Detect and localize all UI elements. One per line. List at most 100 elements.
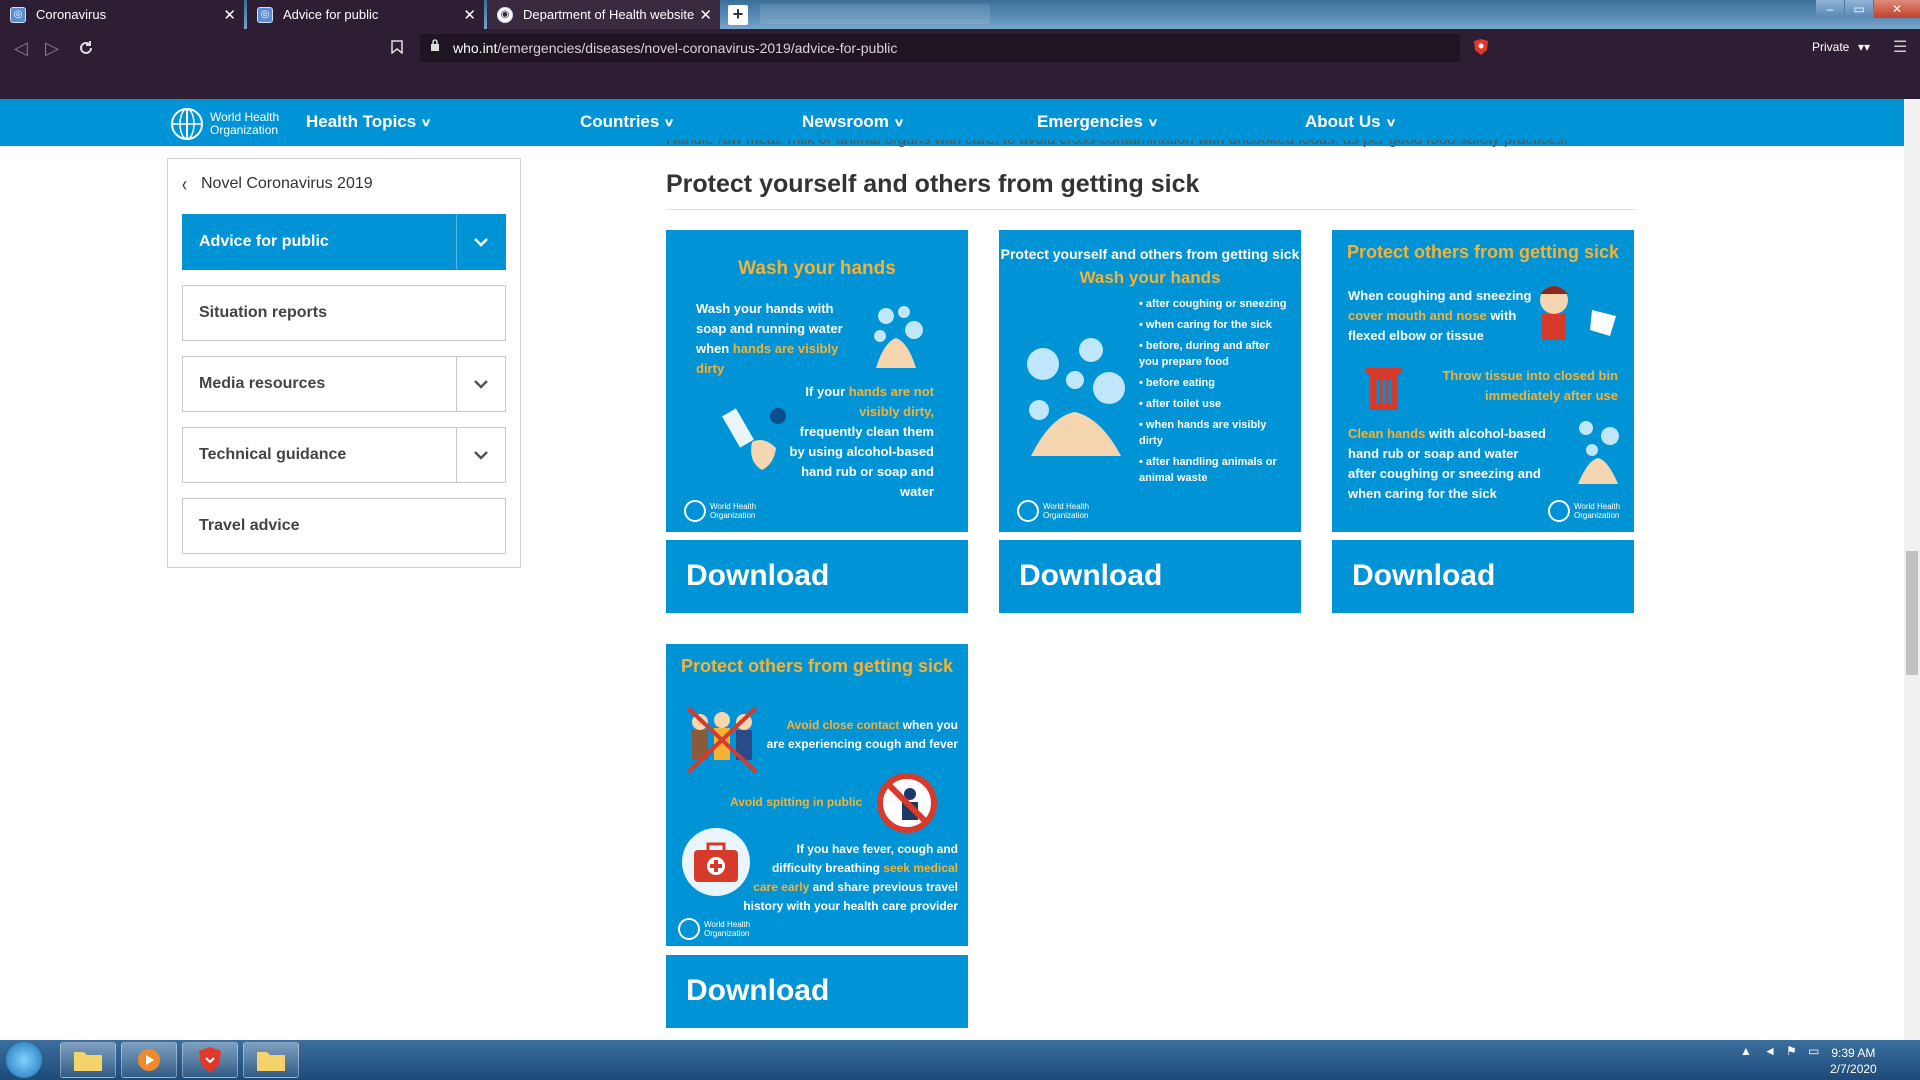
trash-bin-icon [1366, 368, 1402, 410]
download-button[interactable]: Download [999, 540, 1301, 613]
bookmark-icon[interactable] [391, 40, 403, 54]
expand-toggle[interactable] [456, 357, 505, 411]
card-highlight: Avoid close contact [786, 718, 900, 732]
paragraph-text: Handle raw meat, milk or animal organs w… [666, 140, 1636, 148]
infographic-wash-hands[interactable]: Wash your hands Wash your hands with soa… [666, 230, 968, 532]
sidebar-item-travel-advice[interactable]: Travel advice [182, 498, 506, 554]
infographic-cover-cough[interactable]: Protect others from getting sick When co… [1332, 230, 1634, 532]
sidebar-item-label: Technical guidance [199, 446, 347, 463]
chevron-down-icon [474, 450, 488, 460]
brave-browser-icon [199, 1047, 221, 1073]
action-center-flag-icon[interactable]: ⚑ [1786, 1044, 1797, 1058]
card-title: Protect others from getting sick [680, 656, 954, 676]
section-heading: Protect yourself and others from getting… [666, 170, 1200, 198]
card-line: hand rub or soap and [801, 464, 934, 479]
card-line: When coughing and sneezing [1348, 288, 1532, 303]
who-emblem-icon [678, 918, 700, 940]
chevron-down-icon [474, 237, 488, 247]
folder-taskbar-button[interactable] [243, 1042, 299, 1078]
card-highlight: visibly dirty, [859, 404, 934, 419]
card-line: history with your health care provider [743, 899, 958, 913]
card-line: when you [899, 718, 958, 732]
new-tab-button[interactable]: + [728, 5, 748, 25]
sidebar-item-technical-guidance[interactable]: Technical guidance [182, 427, 506, 483]
expand-toggle[interactable] [456, 215, 505, 269]
medical-kit-icon [682, 828, 750, 896]
nav-label: Countries [580, 112, 660, 131]
bullet-item: • after toilet use [1139, 398, 1222, 410]
tab-advice-for-public[interactable]: ◎ Advice for public ✕ [247, 0, 484, 29]
card-subtitle: Protect yourself and others from getting… [1000, 246, 1300, 262]
bullet-item: • after handling animals or animal waste [1139, 456, 1277, 484]
window-background [760, 4, 990, 24]
download-button[interactable]: Download [666, 540, 968, 613]
network-icon[interactable]: ▭ [1808, 1044, 1819, 1058]
reload-icon[interactable] [78, 40, 94, 56]
minimize-button[interactable]: – [1816, 0, 1844, 18]
start-button[interactable] [6, 1042, 42, 1078]
forward-icon[interactable]: ▷ [45, 38, 59, 59]
card-line: water [900, 484, 934, 499]
clock-date: 2/7/2020 [1830, 1062, 1877, 1076]
card-text-3: If you have fever, cough and difficulty … [743, 840, 958, 916]
watermark-line: World Health [1574, 502, 1621, 511]
chevron-down-icon: ∨ [1384, 116, 1397, 129]
card-highlight: dirty [696, 361, 725, 376]
back-icon[interactable]: ◁ [14, 38, 28, 59]
scrollbar-thumb[interactable] [1906, 551, 1918, 675]
sidebar-item-label: Travel advice [199, 517, 300, 534]
infographic-when-to-wash[interactable]: Protect yourself and others from getting… [999, 230, 1301, 532]
tab-coronavirus[interactable]: ◎ Coronavirus ✕ [0, 0, 244, 29]
url-text[interactable]: who.int/emergencies/diseases/novel-coron… [453, 40, 897, 56]
file-explorer-taskbar-button[interactable] [60, 1042, 116, 1078]
download-button[interactable]: Download [1332, 540, 1634, 613]
who-logo[interactable]: World Health Organization [169, 106, 279, 142]
globe-favicon-icon: ◉ [497, 6, 513, 23]
volume-icon[interactable]: ◄ [1764, 1044, 1776, 1058]
watermark-line: World Health [710, 502, 757, 511]
nav-health-topics[interactable]: Health Topics ∨ [306, 112, 432, 132]
card-line: after coughing or sneezing and [1348, 466, 1541, 481]
chevron-left-icon: ‹ [182, 172, 187, 196]
nav-newsroom[interactable]: Newsroom ∨ [802, 112, 905, 132]
brave-shields-icon[interactable] [1473, 38, 1489, 56]
chevron-down-icon: ∨ [1147, 116, 1159, 129]
close-tab-icon[interactable]: ✕ [463, 6, 476, 24]
menu-icon[interactable]: ☰ [1893, 37, 1907, 57]
tab-title: Department of Health website [523, 7, 695, 22]
bullet-item: • after coughing or sneezing [1139, 298, 1287, 310]
media-player-taskbar-button[interactable] [121, 1042, 177, 1078]
maximize-button[interactable]: ▭ [1845, 0, 1873, 18]
card-line: hand rub or soap and water [1348, 446, 1519, 461]
nav-about-us[interactable]: About Us ∨ [1305, 112, 1397, 132]
who-emblem-icon [684, 500, 706, 522]
close-window-button[interactable]: ✕ [1874, 0, 1920, 18]
nav-emergencies[interactable]: Emergencies ∨ [1037, 112, 1159, 132]
hand-washing-icon [874, 306, 923, 368]
infographic-avoid-contact[interactable]: Protect others from getting sick Avoid c… [666, 644, 968, 946]
close-tab-icon[interactable]: ✕ [223, 6, 236, 24]
close-tab-icon[interactable]: ✕ [699, 6, 712, 24]
vertical-scrollbar[interactable] [1904, 99, 1920, 1040]
expand-toggle[interactable] [456, 428, 505, 482]
avoid-close-contact-icon [686, 706, 758, 774]
system-clock[interactable]: 9:39 AM 2/7/2020 [1830, 1045, 1877, 1077]
bullet-text: when hands are visibly dirty [1139, 419, 1267, 447]
tab-department-of-health[interactable]: ◉ Department of Health website ✕ [487, 0, 720, 29]
sidebar-item-situation-reports[interactable]: Situation reports [182, 285, 506, 341]
tray-expand-icon[interactable]: ▲ [1740, 1044, 1752, 1058]
who-emblem-icon [1548, 500, 1570, 522]
sidebar-item-media-resources[interactable]: Media resources [182, 356, 506, 412]
card-text-1: When coughing and sneezing cover mouth a… [1348, 286, 1531, 346]
media-player-icon [138, 1049, 160, 1071]
download-button[interactable]: Download [666, 955, 968, 1028]
card-line: when caring for the sick [1348, 486, 1497, 501]
clock-time: 9:39 AM [1831, 1046, 1876, 1060]
sidebar-item-advice-for-public[interactable]: Advice for public [182, 214, 506, 270]
chevron-down-icon: ∨ [663, 116, 676, 129]
sidebar-back-link[interactable]: ‹ Novel Coronavirus 2019 [182, 172, 373, 196]
brave-taskbar-button[interactable] [182, 1042, 238, 1078]
nav-countries[interactable]: Countries ∨ [580, 112, 676, 132]
card-line: frequently clean them [799, 424, 934, 439]
watermark-line: Organization [704, 929, 750, 938]
